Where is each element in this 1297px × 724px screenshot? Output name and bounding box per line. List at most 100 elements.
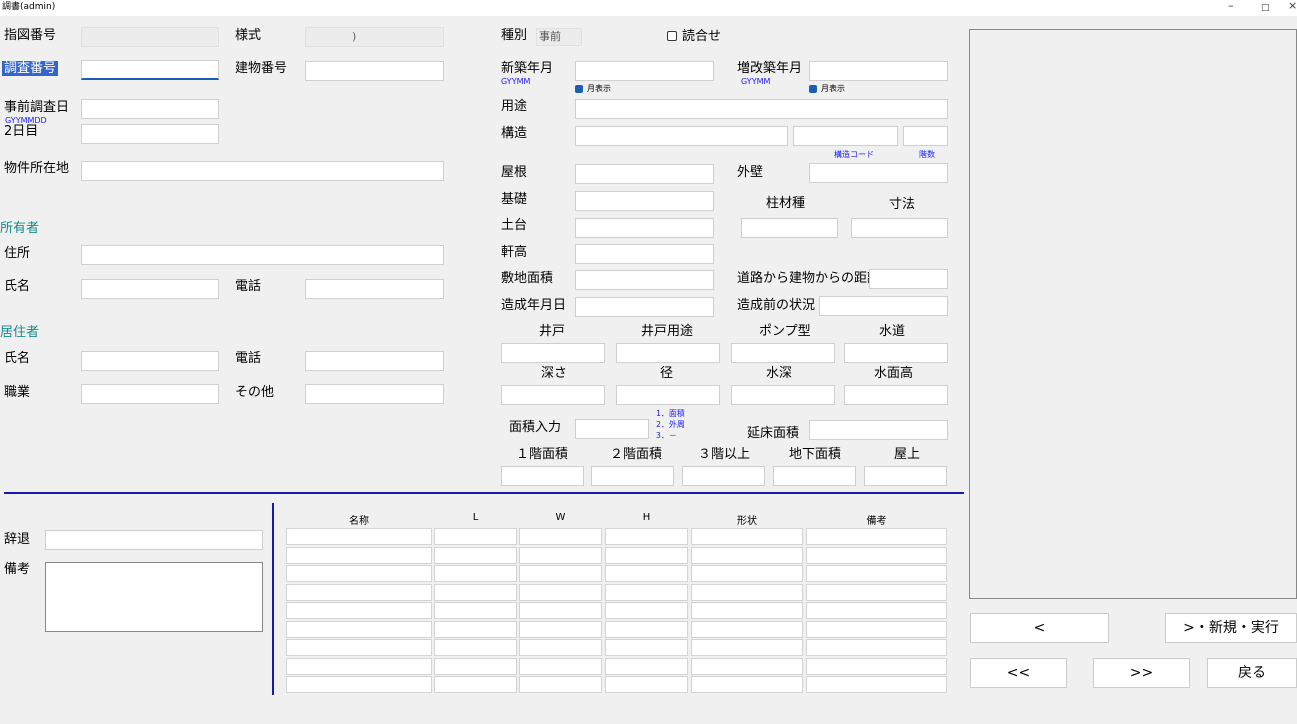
- table-cell[interactable]: [286, 657, 432, 675]
- pump-input[interactable]: [731, 343, 835, 363]
- table-cell[interactable]: [519, 565, 602, 582]
- suishin-input[interactable]: [731, 385, 835, 405]
- jizen-date-input[interactable]: [81, 99, 219, 119]
- suido-input[interactable]: [844, 343, 948, 363]
- ido-input[interactable]: [501, 343, 605, 363]
- table-cell[interactable]: [605, 546, 688, 564]
- floor3-input[interactable]: [682, 466, 765, 486]
- nokidaka-input[interactable]: [575, 244, 714, 264]
- table-cell[interactable]: [434, 602, 517, 619]
- table-cell[interactable]: [286, 620, 432, 638]
- shinchiku-month-checkbox[interactable]: [575, 85, 583, 93]
- fukasa-input[interactable]: [501, 385, 605, 405]
- table-cell[interactable]: [605, 583, 688, 601]
- table-cell[interactable]: [691, 528, 803, 545]
- resident-tel-input[interactable]: [305, 351, 444, 371]
- table-cell[interactable]: [806, 583, 947, 601]
- maximize-button[interactable]: □: [1261, 2, 1270, 14]
- floor1-input[interactable]: [501, 466, 584, 486]
- kiso-input[interactable]: [575, 191, 714, 211]
- ido-yoto-input[interactable]: [616, 343, 720, 363]
- zosei-before-input[interactable]: [819, 296, 948, 316]
- table-cell[interactable]: [691, 639, 803, 656]
- table-cell[interactable]: [519, 546, 602, 564]
- last-button[interactable]: >>: [1093, 658, 1190, 688]
- job-input[interactable]: [81, 384, 219, 404]
- first-button[interactable]: <<: [970, 658, 1067, 688]
- table-cell[interactable]: [434, 639, 517, 656]
- table-cell[interactable]: [434, 528, 517, 545]
- back-button[interactable]: 戻る: [1207, 658, 1297, 688]
- owner-name-input[interactable]: [81, 279, 219, 299]
- table-cell[interactable]: [605, 528, 688, 545]
- table-cell[interactable]: [605, 639, 688, 656]
- table-cell[interactable]: [434, 565, 517, 582]
- table-cell[interactable]: [286, 546, 432, 564]
- yomiawase-checkbox[interactable]: [667, 31, 677, 41]
- table-cell[interactable]: [519, 657, 602, 675]
- table-cell[interactable]: [434, 657, 517, 675]
- shikichi-input[interactable]: [575, 270, 714, 290]
- next-new-execute-button[interactable]: >・新規・実行: [1165, 613, 1297, 643]
- other-input[interactable]: [305, 384, 444, 404]
- zokai-input[interactable]: [809, 61, 948, 81]
- table-cell[interactable]: [691, 546, 803, 564]
- table-cell[interactable]: [286, 676, 432, 693]
- table-cell[interactable]: [691, 602, 803, 619]
- owner-tel-input[interactable]: [305, 279, 444, 299]
- table-cell[interactable]: [806, 676, 947, 693]
- table-cell[interactable]: [434, 676, 517, 693]
- table-cell[interactable]: [434, 583, 517, 601]
- table-cell[interactable]: [519, 639, 602, 656]
- kaisu-input[interactable]: [903, 126, 948, 146]
- table-cell[interactable]: [605, 602, 688, 619]
- table-cell[interactable]: [519, 528, 602, 545]
- table-cell[interactable]: [806, 602, 947, 619]
- table-cell[interactable]: [434, 546, 517, 564]
- table-cell[interactable]: [519, 620, 602, 638]
- dodai-input[interactable]: [575, 218, 714, 238]
- chosa-number-input[interactable]: [81, 60, 219, 80]
- yane-input[interactable]: [575, 164, 714, 184]
- table-cell[interactable]: [806, 528, 947, 545]
- yoto-input[interactable]: [575, 99, 948, 119]
- hashira-input[interactable]: [741, 218, 838, 238]
- table-cell[interactable]: [605, 676, 688, 693]
- resident-name-input[interactable]: [81, 351, 219, 371]
- owner-address-input[interactable]: [81, 245, 444, 265]
- table-cell[interactable]: [286, 583, 432, 601]
- table-cell[interactable]: [605, 657, 688, 675]
- biko-textarea[interactable]: [45, 562, 263, 632]
- table-cell[interactable]: [286, 528, 432, 545]
- table-cell[interactable]: [286, 602, 432, 619]
- table-cell[interactable]: [434, 620, 517, 638]
- table-cell[interactable]: [691, 676, 803, 693]
- table-cell[interactable]: [691, 657, 803, 675]
- kozo-code-input[interactable]: [793, 126, 898, 146]
- table-cell[interactable]: [519, 676, 602, 693]
- day2-input[interactable]: [81, 124, 219, 144]
- table-cell[interactable]: [806, 620, 947, 638]
- floor2-input[interactable]: [591, 466, 674, 486]
- table-cell[interactable]: [806, 639, 947, 656]
- table-cell[interactable]: [806, 657, 947, 675]
- menseki-input-field[interactable]: [575, 419, 649, 439]
- table-cell[interactable]: [286, 639, 432, 656]
- nobeyuka-input[interactable]: [809, 420, 948, 440]
- table-cell[interactable]: [691, 620, 803, 638]
- basement-input[interactable]: [773, 466, 856, 486]
- gaiheki-input[interactable]: [809, 163, 948, 183]
- prev-button[interactable]: <: [970, 613, 1109, 643]
- kozo-input[interactable]: [575, 126, 788, 146]
- table-cell[interactable]: [691, 583, 803, 601]
- jitai-input[interactable]: [45, 530, 263, 550]
- table-cell[interactable]: [519, 583, 602, 601]
- table-cell[interactable]: [605, 565, 688, 582]
- address-input[interactable]: [81, 161, 444, 181]
- table-cell[interactable]: [605, 620, 688, 638]
- doro-input[interactable]: [869, 269, 948, 289]
- suimen-input[interactable]: [844, 385, 948, 405]
- roof-input[interactable]: [864, 466, 947, 486]
- zosei-date-input[interactable]: [575, 297, 714, 317]
- close-button[interactable]: ×: [1288, 0, 1297, 12]
